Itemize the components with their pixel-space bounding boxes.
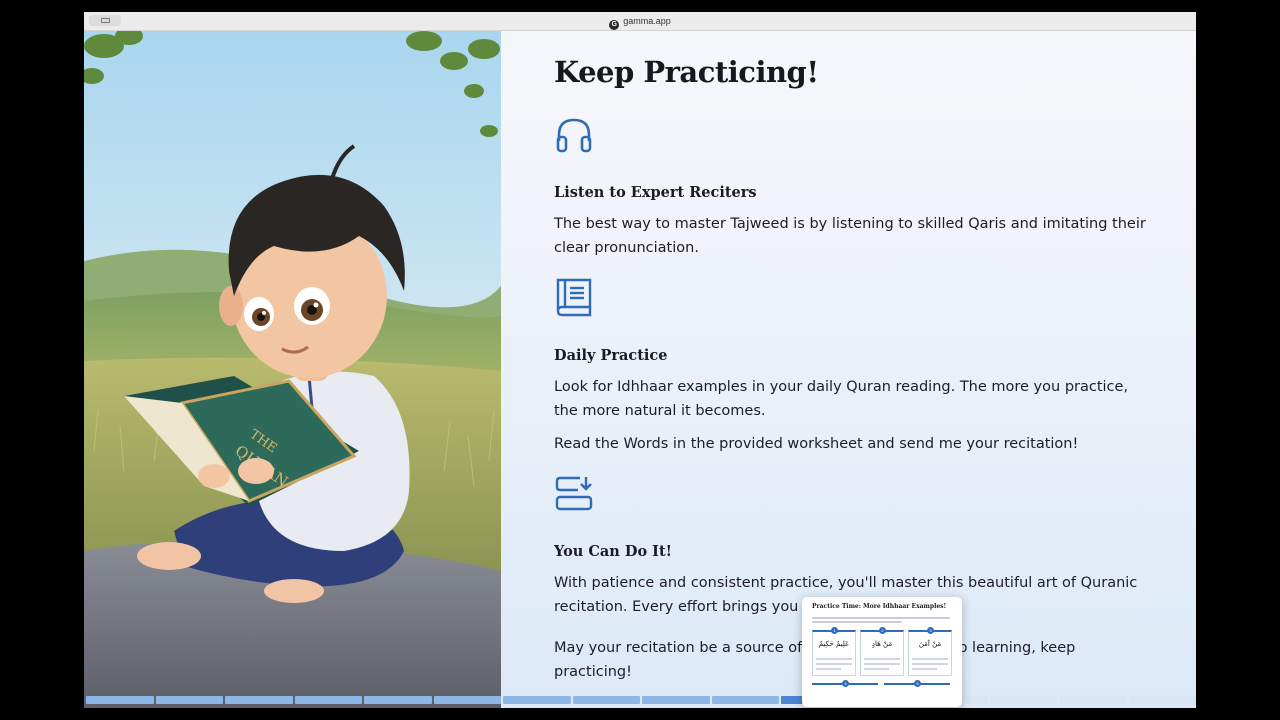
feature-text-daily-practice-2: Read the Words in the provided worksheet… xyxy=(554,436,1079,452)
progress-segment[interactable] xyxy=(433,696,501,704)
progress-segment[interactable] xyxy=(364,696,432,704)
progress-segment[interactable] xyxy=(155,696,223,704)
preview-card-number: 2 xyxy=(879,627,886,634)
progress-segment[interactable] xyxy=(225,696,293,704)
feature-heading-listen: Listen to Expert Reciters xyxy=(554,184,757,201)
preview-card: 3 مَنْ آمَنَ xyxy=(908,627,952,676)
slide-progress-bar[interactable] xyxy=(84,696,1196,706)
url-text: gamma.app xyxy=(623,16,671,26)
browser-toolbar: Ggamma.app xyxy=(84,12,1196,31)
preview-card-arabic: عَلِيمٌ حَكِيمٌ xyxy=(818,640,850,648)
preview-card-arabic: مَنْ هَادٍ xyxy=(871,640,893,648)
progress-segment[interactable] xyxy=(711,696,779,704)
preview-card-number: 5 xyxy=(914,680,921,687)
progress-segment[interactable] xyxy=(294,696,362,704)
progress-icon xyxy=(555,476,593,511)
next-slide-preview[interactable]: Practice Time: More Idhhaar Examples! 1 … xyxy=(802,597,962,707)
preview-card-number: 1 xyxy=(831,627,838,634)
feature-text-listen: The best way to master Tajweed is by lis… xyxy=(554,216,1146,256)
book-icon xyxy=(556,278,592,317)
slide-title: Keep Practicing! xyxy=(554,55,819,89)
preview-card-arabic: مَنْ آمَنَ xyxy=(918,640,942,648)
progress-segment[interactable] xyxy=(86,696,154,704)
progress-segment[interactable] xyxy=(989,696,1057,704)
preview-card-number: 3 xyxy=(927,627,934,634)
progress-segment[interactable] xyxy=(503,696,571,704)
headphones-icon xyxy=(556,118,592,153)
progress-segment[interactable] xyxy=(642,696,710,704)
feature-text-daily-practice-1: Look for Idhhaar examples in your daily … xyxy=(554,379,1129,419)
address-bar[interactable]: Ggamma.app xyxy=(84,14,1196,30)
feature-heading-daily-practice: Daily Practice xyxy=(554,347,668,364)
preview-card: 5 xyxy=(884,680,950,705)
preview-title: Practice Time: More Idhhaar Examples! xyxy=(812,603,947,610)
progress-segment[interactable] xyxy=(1059,696,1127,704)
preview-intro-text xyxy=(812,617,952,625)
browser-window: Ggamma.app THE Keep Practicing! Listen t… xyxy=(84,12,1196,708)
progress-segment[interactable] xyxy=(572,696,640,704)
preview-card-number: 4 xyxy=(842,680,849,687)
preview-card: 2 مَنْ هَادٍ xyxy=(860,627,904,676)
progress-segment[interactable] xyxy=(1128,696,1196,704)
preview-card: 1 عَلِيمٌ حَكِيمٌ xyxy=(812,627,856,676)
favicon-icon: G xyxy=(609,20,620,30)
feature-heading-you-can-do-it: You Can Do It! xyxy=(554,543,673,560)
preview-card: 4 xyxy=(812,680,878,705)
boy-reading-illustration: THE QURAN xyxy=(84,31,501,708)
